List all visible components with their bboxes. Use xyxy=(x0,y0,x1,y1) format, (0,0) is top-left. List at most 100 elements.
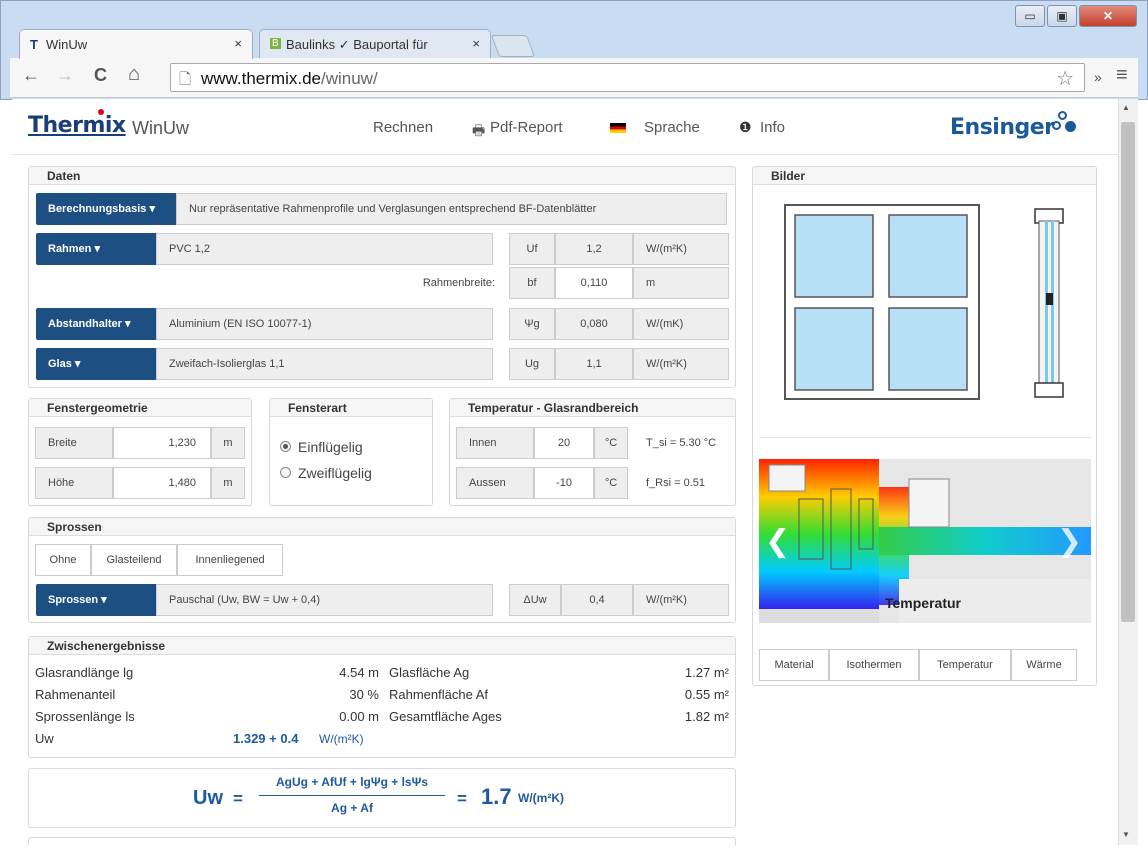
ensinger-logo-icon xyxy=(1065,121,1076,132)
tab-close-icon[interactable]: × xyxy=(469,36,480,51)
uf-value: 1,2 xyxy=(555,233,633,265)
fensterart-panel: Fensterart Einflügelig Zweiflügelig xyxy=(269,398,433,506)
hoehe-input[interactable]: 1,480 xyxy=(113,467,211,499)
svg-text:❯: ❯ xyxy=(1057,524,1082,559)
glas-button[interactable]: Glas ▾ xyxy=(36,348,156,380)
formula-lhs: Uw xyxy=(193,787,223,809)
panel-title: Temperatur - Glasrandbereich xyxy=(450,399,735,417)
fenstergeometrie-panel: Fenstergeometrie Breite 1,230 m Höhe 1,4… xyxy=(28,398,252,506)
new-tab-button[interactable] xyxy=(490,35,536,57)
panel-title: Sprossen xyxy=(29,518,735,536)
formula-denominator: Ag + Af xyxy=(331,801,373,815)
back-icon[interactable]: ← xyxy=(22,65,40,86)
tab-close-icon[interactable]: × xyxy=(234,36,242,51)
gesamtflaeche-value: 1.82 m² xyxy=(684,709,729,724)
glasrandlaenge-value: 4.54 m xyxy=(339,665,379,680)
uw-label: Uw xyxy=(35,731,54,746)
berechnungsbasis-button[interactable]: Berechnungsbasis ▾ xyxy=(36,193,176,225)
sprossen-panel: Sprossen Ohne Glasteilend Innenliegened … xyxy=(28,517,736,623)
ug-symbol: Ug xyxy=(509,348,555,380)
hoehe-label: Höhe xyxy=(35,467,113,499)
formula-equals: = xyxy=(457,789,467,808)
home-icon[interactable]: ⌂ xyxy=(128,63,140,86)
ensinger-logo[interactable]: Ensinger xyxy=(950,115,1055,140)
bf-input[interactable]: 0,110 xyxy=(555,267,633,299)
sprossen-ohne-button[interactable]: Ohne xyxy=(35,544,91,576)
einfluegelig-label[interactable]: Einflügelig xyxy=(298,439,363,455)
delta-uw-symbol: ΔUw xyxy=(509,584,561,616)
formula-numerator: AgUg + AfUf + lgΨg + lsΨs xyxy=(276,775,428,789)
rahmenflaeche-label: Rahmenfläche Af xyxy=(389,687,489,702)
formula-result: 1.7 xyxy=(481,784,512,809)
psi-g-value: 0,080 xyxy=(555,308,633,340)
maximize-button[interactable]: ▣ xyxy=(1047,5,1077,27)
rahmenbreite-label: Rahmenbreite: xyxy=(422,277,495,289)
ensinger-logo-icon xyxy=(1058,111,1067,120)
ensinger-logo-icon xyxy=(1052,121,1061,130)
app-name: WinUw xyxy=(132,118,189,138)
info-icon[interactable]: ❶ xyxy=(739,119,752,136)
bilder-tab-temperatur[interactable]: Temperatur xyxy=(919,649,1011,681)
innen-unit: °C xyxy=(594,427,628,459)
abstandhalter-button[interactable]: Abstandhalter ▾ xyxy=(36,308,156,340)
rahmenanteil-label: Rahmenanteil xyxy=(35,687,116,702)
tab-title: Baulinks ✓ Bauportal für xyxy=(286,37,428,52)
breite-label: Breite xyxy=(35,427,113,459)
radio-zweifluegelig[interactable] xyxy=(280,467,291,478)
browser-toolbar: ← → C ⌂ 🗋 www.thermix.de/winuw/ ☆ » ≡ xyxy=(10,58,1138,98)
bilder-tab-waerme[interactable]: Wärme xyxy=(1011,649,1077,681)
extensions-icon[interactable]: » xyxy=(1094,69,1102,85)
next-panel-edge xyxy=(28,837,736,845)
reload-icon[interactable]: C xyxy=(94,65,107,86)
bilder-tab-material[interactable]: Material xyxy=(759,649,829,681)
sprossen-value: Pauschal (Uw, BW = Uw + 0,4) xyxy=(156,584,493,616)
thermal-image[interactable]: ❮ ❯ Temperatur xyxy=(759,459,1091,623)
sprossen-select-button[interactable]: Sprossen ▾ xyxy=(36,584,156,616)
url-bar[interactable]: 🗋 www.thermix.de/winuw/ ☆ xyxy=(170,63,1085,92)
aussen-input[interactable]: -10 xyxy=(534,467,594,499)
panel-title: Zwischenergebnisse xyxy=(29,637,735,655)
page-icon: 🗋 xyxy=(179,71,192,88)
panel-title: Daten xyxy=(29,167,735,185)
bilder-panel: Bilder ❮ ❯ Temperatur Material Isotherme… xyxy=(752,166,1097,686)
printer-icon[interactable]: 🖶 xyxy=(472,120,485,144)
menu-icon[interactable]: ≡ xyxy=(1116,64,1128,87)
german-flag-icon xyxy=(610,123,626,133)
formula-panel: Uw = AgUg + AfUf + lgΨg + lsΨs Ag + Af =… xyxy=(28,768,736,828)
frsi-result: f_Rsi = 0.51 xyxy=(646,477,706,489)
formula-unit: W/(m²K) xyxy=(518,791,564,805)
menu-pdf-report[interactable]: Pdf-Report xyxy=(490,119,563,136)
scroll-up-icon[interactable]: ▲ xyxy=(1122,103,1130,112)
tab-winuw[interactable]: T WinUw × xyxy=(19,29,253,59)
sprossen-innenliegend-button[interactable]: Innenliegened xyxy=(177,544,283,576)
bookmark-star-icon[interactable]: ☆ xyxy=(1056,66,1074,91)
tab-baulinks[interactable]: B Baulinks ✓ Bauportal für × xyxy=(259,29,491,59)
thermal-caption: Temperatur xyxy=(885,595,961,611)
thermix-logo[interactable]: Thermix xyxy=(28,109,126,138)
breite-input[interactable]: 1,230 xyxy=(113,427,211,459)
minimize-button[interactable]: ▭ xyxy=(1015,5,1045,27)
sprossen-glasteilend-button[interactable]: Glasteilend xyxy=(91,544,177,576)
scroll-down-icon[interactable]: ▼ xyxy=(1122,830,1130,839)
page: Thermix WinUw Rechnen 🖶 Pdf-Report Sprac… xyxy=(12,99,1118,845)
innen-input[interactable]: 20 xyxy=(534,427,594,459)
menu-sprache[interactable]: Sprache xyxy=(644,119,700,136)
breite-unit: m xyxy=(211,427,245,459)
menu-rechnen[interactable]: Rechnen xyxy=(373,119,433,136)
rahmen-button[interactable]: Rahmen ▾ xyxy=(36,233,156,265)
ug-value: 1,1 xyxy=(555,348,633,380)
tab-title: WinUw xyxy=(46,37,88,52)
close-button[interactable]: ✕ xyxy=(1079,5,1137,27)
fraction-line xyxy=(259,795,445,796)
panel-title: Fenstergeometrie xyxy=(29,399,251,417)
glas-value: Zweifach-Isolierglas 1,1 xyxy=(156,348,493,380)
glasflaeche-label: Glasfläche Ag xyxy=(389,665,470,680)
daten-panel: Daten Berechnungsbasis ▾ Nur repräsentat… xyxy=(28,166,736,388)
berechnungsbasis-value: Nur repräsentative Rahmenprofile und Ver… xyxy=(176,193,727,225)
bilder-tab-isothermen[interactable]: Isothermen xyxy=(829,649,919,681)
scrollbar-thumb[interactable] xyxy=(1121,122,1135,622)
zweifluegelig-label[interactable]: Zweiflügelig xyxy=(298,465,372,481)
menu-info[interactable]: Info xyxy=(760,119,785,136)
radio-einfluegelig[interactable] xyxy=(280,441,291,452)
forward-icon[interactable]: → xyxy=(56,65,74,86)
